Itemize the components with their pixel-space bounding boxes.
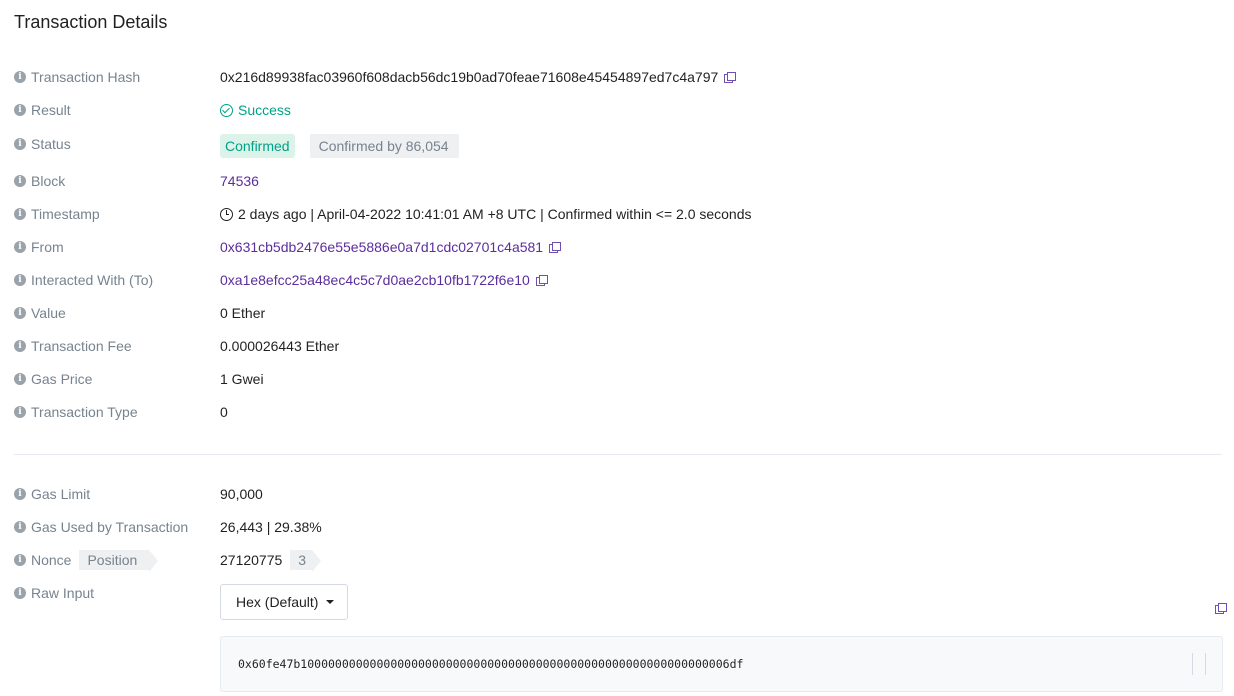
info-icon[interactable]: i [14,175,26,187]
label-gas-limit: Gas Limit [31,486,91,502]
row-status: i Status Confirmed Confirmed by 86,054 [0,133,1234,161]
info-icon[interactable]: i [14,274,26,286]
resize-handle[interactable] [1192,653,1206,675]
check-circle-icon [220,103,233,117]
result-value: Success [238,102,291,118]
status-badge: Confirmed [220,134,295,158]
row-block: i Block 74536 [0,171,1234,193]
info-icon[interactable]: i [14,307,26,319]
info-icon[interactable]: i [14,373,26,385]
label-nonce: Nonce [31,552,72,568]
gas-limit-value: 90,000 [220,486,263,502]
row-transaction-fee: i Transaction Fee 0.000026443 Ether [0,336,1234,358]
transaction-type-value: 0 [220,404,228,420]
gas-used-value: 26,443 | 29.38% [220,519,322,535]
caret-down-icon [326,600,335,604]
confirmations-badge: Confirmed by 86,054 [300,134,459,160]
from-address-link[interactable]: 0x631cb5db2476e55e5886e0a7d1cdc02701c4a5… [220,239,543,255]
info-icon[interactable]: i [14,208,26,220]
section-divider [14,454,1222,455]
row-transaction-hash: i Transaction Hash 0x216d89938fac03960f60… [0,67,1234,89]
info-icon[interactable]: i [14,138,26,150]
transaction-fee-value: 0.000026443 Ether [220,338,340,354]
raw-input-format-value: Hex (Default) [236,594,319,610]
label-transaction-fee: Transaction Fee [31,338,132,354]
row-result: i Result Success [0,100,1234,122]
label-interacted-with: Interacted With (To) [31,272,154,288]
label-result: Result [31,102,71,118]
label-transaction-type: Transaction Type [31,404,138,420]
label-gas-price: Gas Price [31,371,93,387]
info-icon[interactable]: i [14,340,26,352]
raw-input-format-dropdown[interactable]: Hex (Default) [220,584,348,620]
info-icon[interactable]: i [14,104,26,116]
row-nonce: i Nonce Position 27120775 3 [0,550,1234,572]
clock-icon [220,207,233,221]
raw-input-box[interactable]: 0x60fe47b1000000000000000000000000000000… [220,636,1223,692]
label-from: From [31,239,64,255]
value-amount: 0 Ether [220,305,266,321]
row-gas-used: i Gas Used by Transaction 26,443 | 29.38% [0,517,1234,539]
copy-icon[interactable] [724,72,737,83]
timestamp-value: 2 days ago | April-04-2022 10:41:01 AM +… [238,206,752,222]
row-gas-price: i Gas Price 1 Gwei [0,369,1234,391]
row-transaction-type: i Transaction Type 0 [0,402,1234,424]
page-title: Transaction Details [14,12,168,32]
info-icon[interactable]: i [14,554,26,566]
position-label-tag: Position [79,550,159,572]
label-raw-input: Raw Input [31,585,95,601]
label-value: Value [31,305,66,321]
row-value: i Value 0 Ether [0,303,1234,325]
row-raw-input: i Raw Input [0,583,1234,605]
info-icon[interactable]: i [14,71,26,83]
copy-icon[interactable] [1215,603,1227,614]
info-icon[interactable]: i [14,521,26,533]
copy-icon[interactable] [549,242,562,253]
copy-icon[interactable] [535,275,548,286]
label-block: Block [31,173,66,189]
row-timestamp: i Timestamp 2 days ago | April-04-2022 10… [0,204,1234,226]
label-status: Status [31,136,71,152]
row-from: i From 0x631cb5db2476e55e5886e0a7d1cdc027… [0,237,1234,259]
info-icon[interactable]: i [14,587,26,599]
info-icon[interactable]: i [14,241,26,253]
position-value-tag: 3 [290,550,321,572]
to-address-link[interactable]: 0xa1e8efcc25a48ec4c5c7d0ae2cb10fb1722f6e… [220,272,530,288]
label-gas-used: Gas Used by Transaction [31,519,189,535]
nonce-value: 27120775 [220,552,283,568]
gas-price-value: 1 Gwei [220,371,264,387]
row-gas-limit: i Gas Limit 90,000 [0,484,1234,506]
info-icon[interactable]: i [14,488,26,500]
label-transaction-hash: Transaction Hash [31,69,141,85]
label-timestamp: Timestamp [31,206,100,222]
transaction-hash-value: 0x216d89938fac03960f608dacb56dc19b0ad70f… [220,69,719,85]
block-link[interactable]: 74536 [220,173,259,189]
info-icon[interactable]: i [14,406,26,418]
row-interacted-with: i Interacted With (To) 0xa1e8efcc25a48ec4… [0,270,1234,292]
raw-input-data: 0x60fe47b1000000000000000000000000000000… [238,657,744,671]
